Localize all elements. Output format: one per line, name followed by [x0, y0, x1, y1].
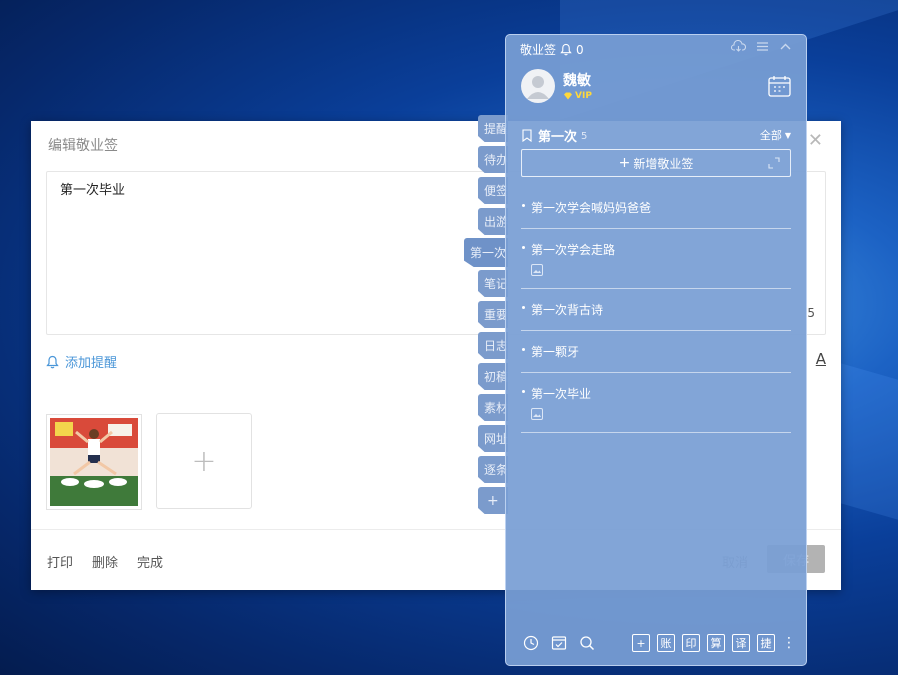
translate-button[interactable]: 译 — [732, 634, 750, 652]
font-style-button[interactable]: A — [816, 350, 826, 368]
app-name: 敬业签 — [520, 43, 557, 57]
tab-url[interactable]: 网址 — [478, 425, 508, 452]
shortcut-button[interactable]: 捷 — [757, 634, 775, 652]
tab-draft[interactable]: 初稿 — [478, 363, 508, 390]
folder-title: 第一次 — [538, 129, 578, 145]
tab-todo[interactable]: 待办 — [478, 146, 508, 173]
calendar-icon[interactable] — [768, 75, 791, 97]
folder-header: 第一次 5 全部 ▼ — [521, 125, 791, 145]
chevron-down-icon: ▼ — [784, 130, 791, 140]
add-tab-button[interactable]: + — [478, 487, 508, 514]
panel-toolbar: + 账 印 算 译 捷 ⋮ — [521, 633, 796, 653]
note-text: 第一次背古诗 — [531, 303, 604, 317]
footer-actions: 打印 删除 完成 — [47, 552, 163, 571]
add-note-button[interactable]: + 新增敬业签 — [521, 149, 791, 177]
list-item[interactable]: 第一次毕业 — [521, 373, 791, 433]
dialog-title: 编辑敬业签 — [48, 138, 118, 154]
add-note-label: 新增敬业签 — [633, 156, 694, 171]
close-icon[interactable]: ✕ — [808, 131, 823, 151]
list-item[interactable]: 第一次学会喊妈妈爸爸 — [521, 187, 791, 229]
bell-icon[interactable] — [560, 43, 572, 56]
tab-material[interactable]: 素材 — [478, 394, 508, 421]
default-avatar-icon — [527, 76, 549, 99]
sticky-note-panel: 敬业签 0 魏敏 VIP 第一次 5 全部 ▼ + 新增敬业签 第一次学会喊妈妈… — [505, 34, 807, 666]
calculator-button[interactable]: 算 — [707, 634, 725, 652]
note-content-text: 第一次毕业 — [60, 183, 126, 198]
archive-check-icon[interactable] — [549, 633, 569, 653]
add-button[interactable]: + — [632, 634, 650, 652]
image-attachment-icon — [531, 408, 543, 420]
attached-photo — [50, 418, 138, 506]
diamond-icon — [564, 92, 572, 100]
cloud-sync-icon[interactable] — [731, 40, 746, 53]
folder-count: 5 — [581, 130, 588, 142]
tab-reminder[interactable]: 提醒 — [478, 115, 508, 142]
user-name: 魏敏 — [563, 73, 591, 89]
bookmark-icon — [522, 128, 532, 142]
notification-count: 0 — [576, 42, 584, 57]
note-text: 第一次毕业 — [531, 387, 592, 401]
menu-icon[interactable] — [756, 40, 769, 53]
print-button[interactable]: 打印 — [47, 552, 73, 571]
graduation-photo-graphic — [50, 418, 138, 506]
tool-buttons: + 账 印 算 译 捷 ⋮ — [625, 634, 796, 652]
image-attachment-icon — [531, 264, 543, 276]
filter-label: 全部 — [759, 129, 782, 142]
tab-itemized[interactable]: 逐条 — [478, 456, 508, 483]
tab-first-time[interactable]: 第一次 — [464, 238, 508, 267]
app-header: 敬业签 0 — [520, 41, 584, 58]
note-text: 第一颗牙 — [531, 345, 580, 359]
expand-icon[interactable] — [768, 157, 780, 169]
add-image-button[interactable]: + — [156, 413, 252, 509]
add-reminder-button[interactable]: 添加提醒 — [46, 352, 117, 371]
delete-button[interactable]: 删除 — [92, 552, 118, 571]
plus-icon: + — [191, 443, 217, 479]
done-button[interactable]: 完成 — [137, 552, 163, 571]
tab-memo[interactable]: 便签 — [478, 177, 508, 204]
window-controls — [731, 40, 792, 53]
tab-important[interactable]: 重要 — [478, 301, 508, 328]
vip-label: VIP — [575, 91, 592, 101]
vip-badge[interactable]: VIP — [563, 91, 592, 101]
char-count: 5 — [807, 306, 815, 320]
tab-notes[interactable]: 笔记 — [478, 270, 508, 297]
avatar[interactable] — [521, 69, 555, 103]
list-item[interactable]: 第一次背古诗 — [521, 289, 791, 331]
account-button[interactable]: 账 — [657, 634, 675, 652]
tab-log[interactable]: 日志 — [478, 332, 508, 359]
note-text: 第一次学会走路 — [531, 243, 616, 257]
attached-image[interactable] — [46, 414, 142, 510]
print-tool-button[interactable]: 印 — [682, 634, 700, 652]
list-item[interactable]: 第一次学会走路 — [521, 229, 791, 289]
tab-travel[interactable]: 出游 — [478, 208, 508, 235]
more-vertical-icon[interactable]: ⋮ — [782, 636, 796, 650]
filter-dropdown[interactable]: 全部 ▼ — [760, 127, 791, 143]
add-reminder-label: 添加提醒 — [65, 356, 118, 371]
note-text: 第一次学会喊妈妈爸爸 — [531, 201, 652, 215]
search-icon[interactable] — [577, 633, 597, 653]
list-item[interactable]: 第一颗牙 — [521, 331, 791, 373]
collapse-up-icon[interactable] — [779, 40, 792, 53]
bell-icon — [46, 355, 59, 368]
note-list: 第一次学会喊妈妈爸爸 第一次学会走路 第一次背古诗 第一颗牙 第一次毕业 — [521, 187, 791, 433]
clock-icon[interactable] — [521, 633, 541, 653]
plus-icon: + — [618, 155, 631, 171]
